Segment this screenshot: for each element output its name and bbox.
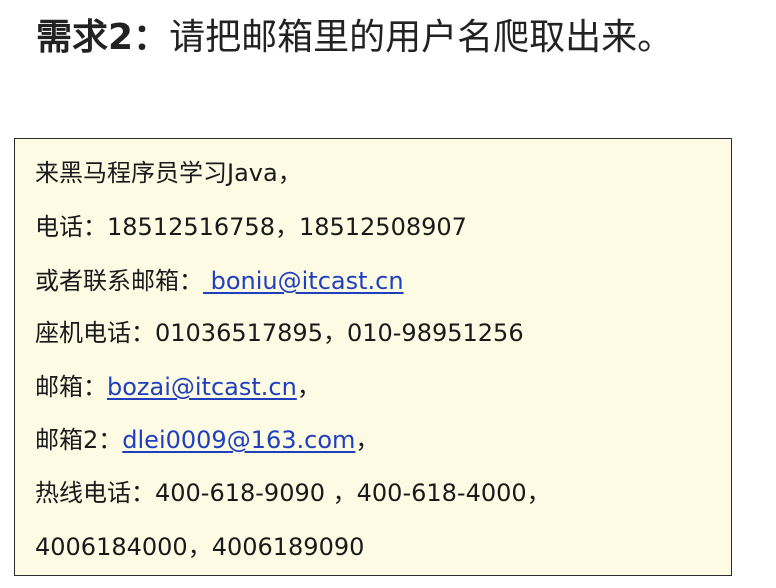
email-link-dlei[interactable]: dlei0009@163.com bbox=[122, 426, 355, 454]
requirement-text: 请把邮箱里的用户名爬取出来。 bbox=[169, 17, 674, 58]
requirement-label: 需求2： bbox=[36, 17, 170, 58]
email2-suffix: ， bbox=[355, 426, 380, 454]
page-heading: 需求2：请把邮箱里的用户名爬取出来。 bbox=[36, 14, 673, 62]
text-line-hotline-numbers: 4006184000，4006189090 bbox=[35, 533, 365, 561]
text-line-hotline: 热线电话：400-618-9090 ，400-618-4000， bbox=[35, 479, 551, 507]
text-line-landline: 座机电话：01036517895，010-98951256 bbox=[35, 319, 524, 347]
text-line-contact-email: 或者联系邮箱： boniu@itcast.cn bbox=[35, 265, 404, 297]
text-line-phone: 电话：18512516758，18512508907 bbox=[35, 213, 467, 241]
sample-text-box: 来黑马程序员学习Java， 电话：18512516758，18512508907… bbox=[14, 138, 732, 576]
email-label: 邮箱： bbox=[35, 373, 107, 401]
email-suffix: ， bbox=[296, 373, 321, 401]
email-link-bozai[interactable]: bozai@itcast.cn bbox=[107, 373, 297, 401]
contact-email-label: 或者联系邮箱： bbox=[35, 267, 203, 295]
text-line-email: 邮箱：bozai@itcast.cn， bbox=[35, 371, 321, 403]
text-line-study: 来黑马程序员学习Java， bbox=[35, 159, 302, 187]
email2-label: 邮箱2： bbox=[35, 426, 123, 454]
email-link-boniu[interactable]: boniu@itcast.cn bbox=[203, 267, 404, 295]
text-line-email2: 邮箱2：dlei0009@163.com， bbox=[35, 424, 379, 456]
